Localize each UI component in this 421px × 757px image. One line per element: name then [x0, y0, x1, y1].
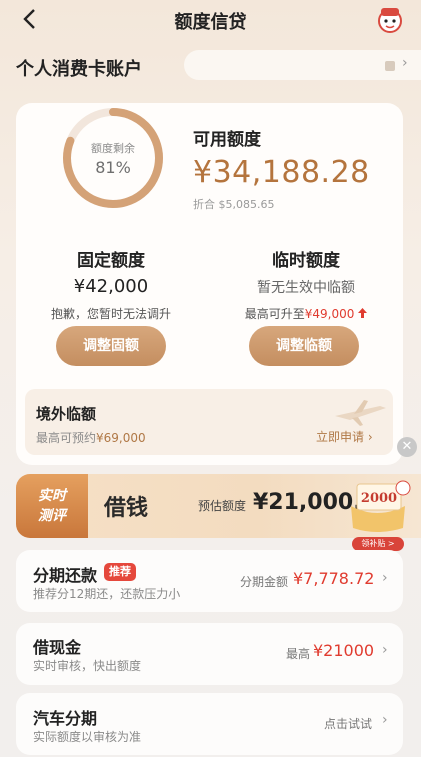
banner-title: 借钱 — [104, 495, 149, 521]
cash-right-value: ¥21000 — [313, 641, 375, 660]
coupon-button[interactable]: 领补贴 > — [352, 537, 404, 551]
page-title: 额度信贷 — [174, 12, 247, 33]
temp-note-prefix: 最高可升至 — [244, 307, 305, 321]
fixed-limit-value: ¥42,000 — [73, 276, 149, 297]
available-label: 可用额度 — [193, 130, 261, 150]
apply-now-link[interactable]: 立即申请 › — [316, 428, 373, 445]
realtime-tag: 实时 测评 — [16, 474, 88, 538]
recommend-badge: 推荐 — [104, 563, 136, 581]
cash-sub: 实时审核，快出额度 — [33, 659, 142, 673]
car-right-label: 点击试试 — [324, 717, 373, 731]
chevron-right-icon: › — [382, 712, 388, 728]
temp-limit-value: 暂无生效中临额 — [257, 280, 355, 296]
fixed-limit-title: 固定额度 — [77, 251, 145, 271]
temp-note-value: ¥49,000 — [304, 307, 355, 321]
overseas-sub-value: ¥69,000 — [96, 431, 146, 445]
overseas-title: 境外临额 — [36, 405, 97, 423]
chevron-right-icon: › — [382, 642, 388, 658]
installment-right-value: ¥7,778.72 — [293, 569, 375, 588]
card-number-icon — [385, 57, 395, 71]
overseas-sub-prefix: 最高可预约 — [36, 431, 97, 445]
installment-right-label: 分期金额 — [240, 575, 289, 589]
overseas-sub: 最高可预约¥69,000 — [36, 429, 146, 446]
adjust-temp-button[interactable]: 调整临额 — [249, 326, 359, 366]
tag-line2: 测评 — [38, 508, 66, 524]
estimate-label: 预估额度 — [198, 499, 247, 513]
account-title: 个人消费卡账户 — [16, 59, 142, 80]
top-bar: 额度信贷 — [0, 0, 421, 44]
chevron-right-icon: › — [402, 55, 408, 71]
cash-right-label: 最高 — [286, 647, 311, 661]
installment-title: 分期还款 — [33, 566, 98, 585]
coupon-amount: 2000 — [361, 491, 397, 506]
adjust-fixed-button[interactable]: 调整固额 — [56, 326, 166, 366]
chevron-right-icon: › — [382, 570, 388, 586]
airplane-icon — [335, 400, 386, 426]
coupon-icon: 2000 — [351, 480, 411, 532]
car-sub: 实际额度以审核为准 — [33, 730, 142, 744]
ring-value: 81% — [95, 158, 131, 177]
available-value: ¥34,188.28 — [193, 155, 370, 190]
mascot-icon[interactable] — [376, 6, 404, 34]
temp-limit-title: 临时额度 — [272, 251, 340, 271]
available-usd: 折合 $5,085.65 — [193, 198, 275, 211]
car-title: 汽车分期 — [33, 709, 98, 728]
installment-sub: 推荐分12期还，还款压力小 — [33, 587, 181, 601]
tag-line1: 实时 — [38, 488, 66, 504]
fixed-limit-note: 抱歉，您暂时无法调升 — [50, 307, 171, 321]
temp-limit-note: 最高可升至¥49,000 — [211, 305, 401, 322]
close-icon[interactable]: ✕ — [397, 437, 417, 457]
ring-label: 额度剩余 — [91, 142, 135, 155]
cash-title: 借现金 — [33, 638, 82, 657]
arrow-up-icon — [358, 308, 368, 318]
